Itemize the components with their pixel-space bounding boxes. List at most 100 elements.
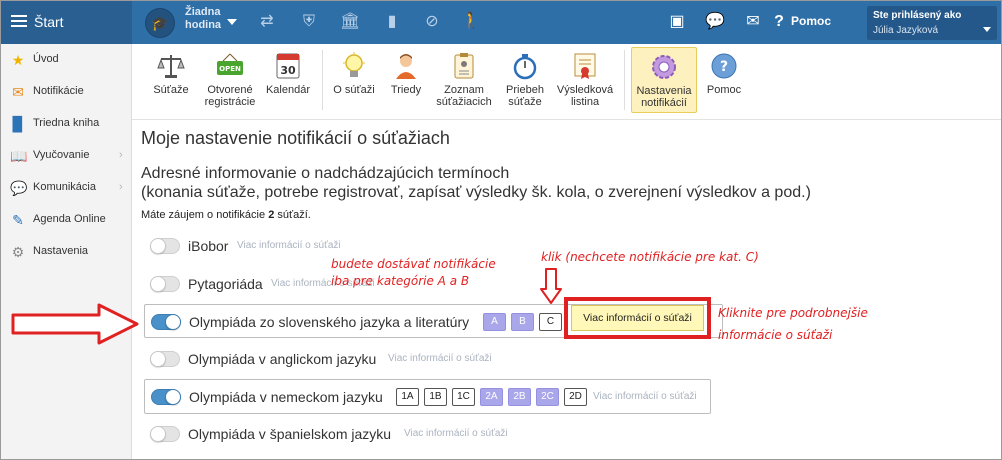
- tool-label: Pomoc: [706, 84, 742, 96]
- category-button[interactable]: B: [511, 313, 534, 331]
- open-badge: OPEN: [219, 65, 241, 73]
- app-window: Štart 🎓 Žiadna hodina ⇄ ⛨ 🏛 ▮ ⊘ 🚶 ▣ 💬 ✉ …: [0, 0, 1002, 460]
- toolbar: Súťaže OPEN Otvorené registrácie 30 Kale…: [132, 44, 1001, 120]
- svg-text:?: ?: [720, 59, 728, 75]
- category-button[interactable]: 2A: [480, 388, 503, 406]
- chevron-down-icon[interactable]: [983, 27, 991, 32]
- tool-label: Nastavenia: [636, 85, 692, 97]
- chevron-right-icon: ›: [119, 181, 123, 193]
- screen-icon[interactable]: ▣: [666, 11, 688, 33]
- sidebar-item-label: Komunikácia: [33, 181, 96, 193]
- competition-row-spanielsky: Olympiáda v španielskom jazyku Viac info…: [144, 417, 714, 451]
- category-button[interactable]: 1B: [424, 388, 447, 406]
- stopwatch-icon: [513, 54, 537, 80]
- top-bar: Štart 🎓 Žiadna hodina ⇄ ⛨ 🏛 ▮ ⊘ 🚶 ▣ 💬 ✉ …: [1, 1, 1001, 44]
- tool-zoznam-sutaziacich[interactable]: Zoznam súťažiacich: [432, 47, 496, 113]
- more-info-button[interactable]: Viac informácií o súťaži: [571, 305, 704, 331]
- sidebar-item-notifikacie[interactable]: ✉ Notifikácie: [1, 76, 131, 108]
- calendar-badge: 30: [280, 64, 296, 77]
- help-icon[interactable]: ?: [768, 11, 790, 33]
- tool-o-sutazi[interactable]: O súťaži: [330, 47, 378, 113]
- sidebar-item-nastavenia[interactable]: ⚙ Nastavenia: [1, 236, 131, 268]
- envelope-icon: ✉: [12, 84, 24, 100]
- user-name: Júlia Jazyková: [873, 25, 939, 36]
- chevron-right-icon: ›: [119, 149, 123, 161]
- category-button[interactable]: 2B: [508, 388, 531, 406]
- more-info-link[interactable]: Viac informácií o súťaži: [388, 353, 492, 364]
- competition-row-nemecky: Olympiáda v nemeckom jazyku 1A 1B 1C 2A …: [144, 379, 711, 414]
- chat-icon[interactable]: 💬: [704, 11, 726, 33]
- toolbar-divider: [322, 50, 323, 110]
- competition-row-anglicky: Olympiáda v anglickom jazyku Viac inform…: [144, 342, 714, 376]
- more-info-link[interactable]: Viac informácií o súťaži: [593, 391, 697, 402]
- annotation-more-info: Kliknite pre podrobnejšie informácie o s…: [718, 302, 868, 346]
- competition-name: iBobor: [188, 238, 229, 254]
- sidebar-item-uvod[interactable]: ★ Úvod: [1, 44, 131, 76]
- category-button[interactable]: C: [539, 313, 562, 331]
- open-book-icon: 📖: [10, 148, 28, 164]
- chevron-down-icon[interactable]: [227, 19, 237, 25]
- tool-label: registrácie: [204, 96, 256, 108]
- more-info-link[interactable]: Viac informácií o súťaži: [237, 240, 341, 251]
- tool-sutaze[interactable]: Súťaže: [148, 47, 194, 113]
- category-button[interactable]: 2D: [564, 388, 587, 406]
- pen-icon: ✎: [12, 212, 24, 228]
- annotation-click: klik (nechcete notifikácie pre kat. C): [541, 250, 759, 264]
- sidebar-item-label: Vyučovanie: [33, 149, 90, 161]
- notification-toggle[interactable]: [150, 238, 180, 254]
- tool-label: Výsledková: [556, 84, 614, 96]
- hamburger-icon[interactable]: [11, 15, 27, 27]
- category-button[interactable]: 2C: [536, 388, 559, 406]
- annotation-text: iba pre kategórie A a B: [331, 274, 470, 288]
- hour-selector[interactable]: Žiadna hodina: [185, 6, 230, 32]
- notification-toggle[interactable]: [151, 314, 181, 330]
- walk-icon[interactable]: 🚶: [461, 12, 481, 32]
- chart-icon[interactable]: ▮: [382, 12, 402, 32]
- tool-kalendar[interactable]: 30 Kalendár: [264, 47, 312, 113]
- transfer-icon[interactable]: ⇄: [257, 12, 277, 32]
- start-menu[interactable]: Štart: [1, 1, 132, 44]
- more-info-link[interactable]: Viac informácií o súťaži: [404, 428, 508, 439]
- category-button[interactable]: A: [483, 313, 506, 331]
- sidebar-item-label: Triedna kniha: [33, 117, 100, 129]
- sidebar-item-triedna-kniha[interactable]: ▉ Triedna kniha: [1, 108, 131, 140]
- tool-vysledkova-listina[interactable]: Výsledková listina: [554, 47, 616, 113]
- help-circle-icon: ?: [711, 53, 737, 79]
- chat-icon: 💬: [10, 180, 28, 196]
- tool-otvorene-registracie[interactable]: OPEN Otvorené registrácie: [200, 47, 260, 113]
- tool-priebeh-sutaze[interactable]: Priebeh súťaže: [500, 47, 550, 113]
- tool-pomoc[interactable]: ? Pomoc: [702, 47, 746, 113]
- lightbulb-icon: [343, 52, 365, 77]
- notification-toggle[interactable]: [150, 276, 180, 292]
- sidebar: ★ Úvod ✉ Notifikácie ▉ Triedna kniha 📖 V…: [1, 44, 132, 459]
- calendar-icon: 30: [276, 53, 300, 79]
- tool-nastavenia-notifikacii[interactable]: Nastavenia notifikácií: [631, 47, 697, 113]
- hat-icon[interactable]: 🎓: [145, 8, 175, 38]
- open-sign-icon: OPEN: [217, 53, 243, 75]
- user-menu[interactable]: Ste prihlásený ako Júlia Jazyková: [867, 6, 997, 40]
- start-label[interactable]: Štart: [34, 14, 64, 30]
- notification-toggle[interactable]: [150, 426, 180, 442]
- interest-count: 2: [268, 209, 275, 221]
- person-icon: [396, 54, 416, 79]
- shield-icon[interactable]: ⛨: [299, 12, 319, 32]
- notification-toggle[interactable]: [150, 351, 180, 367]
- tool-label: Kalendár: [265, 84, 311, 96]
- no-sign-icon[interactable]: ⊘: [422, 12, 442, 32]
- tool-label: súťaže: [508, 96, 542, 108]
- notification-toggle[interactable]: [151, 389, 181, 405]
- competition-name: Olympiáda v španielskom jazyku: [188, 426, 392, 442]
- annotation-categories: budete dostávať notifikácie iba pre kate…: [331, 256, 496, 290]
- sidebar-item-komunikacia[interactable]: 💬 Komunikácia ›: [1, 172, 131, 204]
- category-button[interactable]: 1A: [396, 388, 419, 406]
- category-button[interactable]: 1C: [452, 388, 475, 406]
- sidebar-item-agenda-online[interactable]: ✎ Agenda Online: [1, 204, 131, 236]
- scales-icon: [157, 55, 185, 78]
- mail-icon[interactable]: ✉: [742, 11, 764, 33]
- competition-name: Olympiáda zo slovenského jazyka a litera…: [189, 314, 470, 330]
- sidebar-item-vyucovanie[interactable]: 📖 Vyučovanie ›: [1, 140, 131, 172]
- tool-triedy[interactable]: Triedy: [384, 47, 428, 113]
- building-icon[interactable]: 🏛: [340, 12, 360, 32]
- sidebar-item-label: Úvod: [33, 53, 59, 65]
- help-link[interactable]: Pomoc: [791, 14, 831, 28]
